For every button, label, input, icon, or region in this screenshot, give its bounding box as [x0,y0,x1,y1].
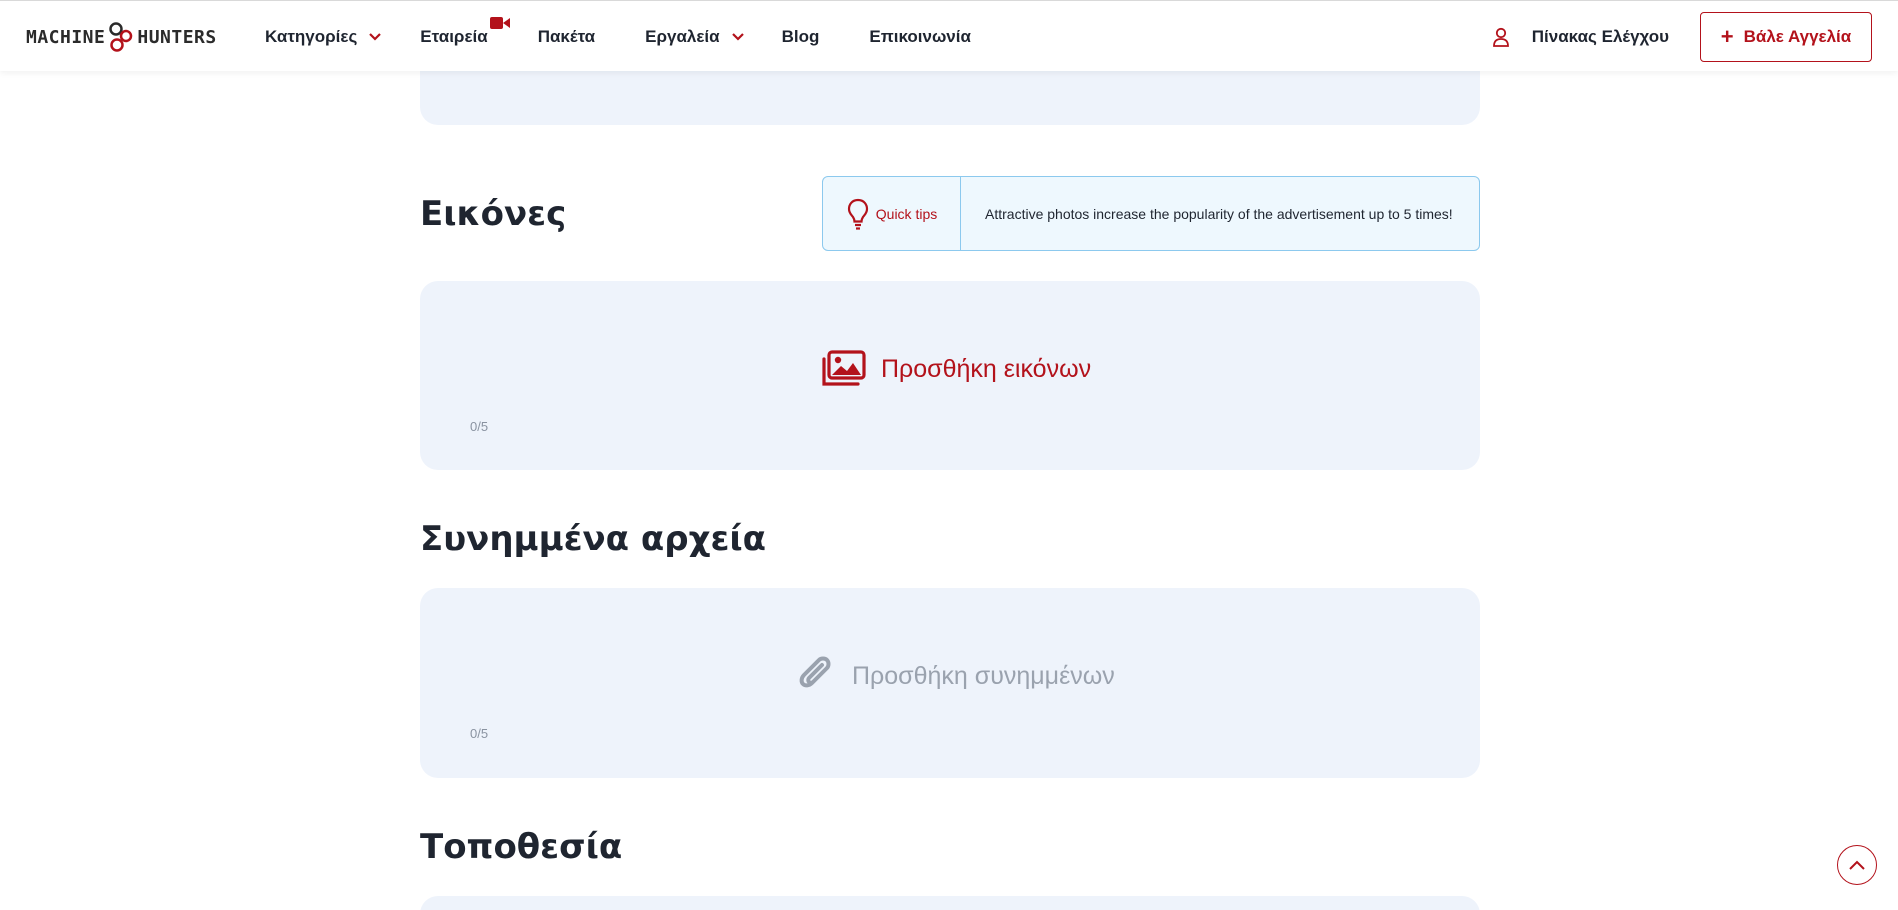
nav-company-label: Εταιρεία [420,26,488,46]
video-icon [489,16,510,29]
nav-blog-label: Blog [781,26,820,46]
nav-contact[interactable]: Επικοινωνία [869,27,971,47]
nav-company[interactable]: Εταιρεία [420,16,510,47]
add-images-label: Προσθήκη εικόνων [881,354,1092,383]
quick-tips-label-box: Quick tips [823,177,961,250]
main-nav: Κατηγορίες Εταιρεία Πακέτα Εργαλεία Blog… [265,1,971,72]
gears-icon [109,22,133,52]
images-counter: 0/5 [470,419,489,434]
paperclip-icon [799,656,831,688]
user-icon [1492,27,1509,47]
chevron-down-icon [731,32,744,41]
nav-packages[interactable]: Πακέτα [538,27,595,47]
add-attachments-button[interactable]: Προσθήκη συνημμένων [799,656,1115,696]
lightbulb-icon [847,198,868,230]
post-ad-label: Βάλε Αγγελία [1743,27,1852,46]
quick-tips-box: Quick tips Attractive photos increase th… [822,176,1480,251]
images-section-title: Εικόνες [420,194,567,234]
nav-packages-label: Πακέτα [537,26,596,46]
post-ad-button[interactable]: + Βάλε Αγγελία [1700,12,1872,62]
add-attachments-label: Προσθήκη συνημμένων [852,661,1115,690]
dashboard-label: Πίνακας Ελέγχου [1531,27,1669,46]
quick-tips-label: Quick tips [875,205,938,222]
attachments-counter: 0/5 [470,726,489,741]
location-panel [420,896,1480,910]
add-images-button[interactable]: Προσθήκη εικόνων [820,350,1091,388]
chevron-down-icon [369,32,382,41]
nav-contact-label: Επικοινωνία [869,26,971,46]
location-section-title: Τοποθεσία [420,827,623,867]
nav-tools-label: Εργαλεία [645,26,720,46]
logo-text-left: MACHINE [26,26,106,48]
chevron-up-icon [1849,860,1865,870]
scroll-to-top-button[interactable] [1837,845,1877,885]
dashboard-link[interactable]: Πίνακας Ελέγχου [1492,27,1669,47]
header-actions: Πίνακας Ελέγχου + Βάλε Αγγελία [1492,12,1872,62]
nav-categories[interactable]: Κατηγορίες [265,26,382,47]
nav-tools[interactable]: Εργαλεία [645,26,744,47]
images-icon [822,350,866,386]
site-logo[interactable]: MACHINE HUNTERS [26,19,217,55]
logo-text-right: HUNTERS [137,26,217,48]
quick-tips-text: Attractive photos increase the popularit… [985,205,1453,222]
nav-blog[interactable]: Blog [782,27,820,47]
site-header: MACHINE HUNTERS Κατηγορίες Εταιρεία Πακέ… [0,0,1898,71]
nav-categories-label: Κατηγορίες [265,26,358,46]
plus-icon: + [1720,24,1734,49]
attachments-section-title: Συνημμένα αρχεία [420,519,767,559]
